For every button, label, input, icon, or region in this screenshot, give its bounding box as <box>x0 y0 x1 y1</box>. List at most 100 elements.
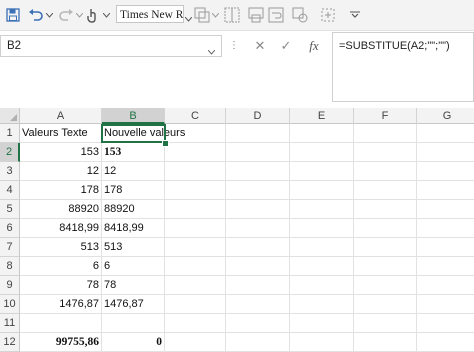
cell-f7[interactable] <box>354 238 417 257</box>
cell-b2[interactable]: 153 <box>102 143 165 162</box>
cell-g5[interactable] <box>417 200 474 219</box>
fill-handle[interactable] <box>162 140 169 147</box>
cell-a12[interactable]: 99755,86 <box>20 333 102 352</box>
cell-c5[interactable] <box>165 200 226 219</box>
cell-e7[interactable] <box>290 238 354 257</box>
cell-c3[interactable] <box>165 162 226 181</box>
cell-g2[interactable] <box>417 143 474 162</box>
row-header-1[interactable]: 1 <box>0 124 20 143</box>
cancel-icon[interactable]: ✕ <box>250 36 270 56</box>
chevron-down-icon[interactable] <box>103 6 110 24</box>
cell-b9[interactable]: 78 <box>102 276 165 295</box>
row-header-6[interactable]: 6 <box>0 219 20 238</box>
borders-icon[interactable] <box>224 6 240 24</box>
cell-f9[interactable] <box>354 276 417 295</box>
cell-e8[interactable] <box>290 257 354 276</box>
chevron-down-icon[interactable] <box>350 6 360 24</box>
cell-b8[interactable]: 6 <box>102 257 165 276</box>
drag-handle-icon[interactable]: ⋮ <box>229 41 239 51</box>
cell-c6[interactable] <box>165 219 226 238</box>
cell-b4[interactable]: 178 <box>102 181 165 200</box>
cell-d3[interactable] <box>226 162 290 181</box>
cell-d11[interactable] <box>226 314 290 333</box>
cell-e5[interactable] <box>290 200 354 219</box>
cell-e1[interactable] <box>290 124 354 143</box>
cell-d9[interactable] <box>226 276 290 295</box>
cell-a1[interactable]: Valeurs Texte <box>20 124 102 143</box>
cell-b5[interactable]: 88920 <box>102 200 165 219</box>
insert-function-button[interactable]: fx <box>304 36 324 56</box>
row-header-3[interactable]: 3 <box>0 162 20 181</box>
cell-d6[interactable] <box>226 219 290 238</box>
cell-f6[interactable] <box>354 219 417 238</box>
column-header-a[interactable]: A <box>20 108 102 124</box>
cell-a5[interactable]: 88920 <box>20 200 102 219</box>
chevron-down-icon[interactable] <box>46 6 53 24</box>
cell-a2[interactable]: 153 <box>20 143 102 162</box>
cell-f11[interactable] <box>354 314 417 333</box>
column-header-d[interactable]: D <box>226 108 290 124</box>
column-header-c[interactable]: C <box>165 108 226 124</box>
cell-a10[interactable]: 1476,87 <box>20 295 102 314</box>
row-header-5[interactable]: 5 <box>0 200 20 219</box>
cell-e11[interactable] <box>290 314 354 333</box>
cell-e4[interactable] <box>290 181 354 200</box>
merge-icon[interactable] <box>248 6 264 24</box>
row-header-12[interactable]: 12 <box>0 333 20 352</box>
cell-a8[interactable]: 6 <box>20 257 102 276</box>
cell-d10[interactable] <box>226 295 290 314</box>
cell-d4[interactable] <box>226 181 290 200</box>
cell-d8[interactable] <box>226 257 290 276</box>
cell-c10[interactable] <box>165 295 226 314</box>
cell-a3[interactable]: 12 <box>20 162 102 181</box>
sort-icon[interactable] <box>320 6 336 24</box>
cell-b11[interactable] <box>102 314 165 333</box>
row-header-10[interactable]: 10 <box>0 295 20 314</box>
cell-d12[interactable] <box>226 333 290 352</box>
cell-e9[interactable] <box>290 276 354 295</box>
cell-a7[interactable]: 513 <box>20 238 102 257</box>
cell-g1[interactable] <box>417 124 474 143</box>
column-header-f[interactable]: F <box>354 108 417 124</box>
cell-g4[interactable] <box>417 181 474 200</box>
cell-g6[interactable] <box>417 219 474 238</box>
chevron-down-icon[interactable] <box>207 42 216 60</box>
cell-e2[interactable] <box>290 143 354 162</box>
cell-f4[interactable] <box>354 181 417 200</box>
format-painter-icon[interactable] <box>194 6 210 24</box>
cell-f12[interactable] <box>354 333 417 352</box>
cell-c12[interactable] <box>165 333 226 352</box>
cell-f8[interactable] <box>354 257 417 276</box>
cell-c7[interactable] <box>165 238 226 257</box>
cell-g9[interactable] <box>417 276 474 295</box>
undo-icon[interactable] <box>28 6 44 24</box>
cell-c2[interactable] <box>165 143 226 162</box>
chevron-down-icon[interactable] <box>184 9 193 27</box>
cell-g3[interactable] <box>417 162 474 181</box>
cell-c1[interactable] <box>165 124 226 143</box>
wrap-icon[interactable] <box>268 6 284 24</box>
cell-g11[interactable] <box>417 314 474 333</box>
cell-f3[interactable] <box>354 162 417 181</box>
cell-f10[interactable] <box>354 295 417 314</box>
cell-c4[interactable] <box>165 181 226 200</box>
redo-icon[interactable] <box>58 6 74 24</box>
column-header-g[interactable]: G <box>417 108 474 124</box>
cell-a4[interactable]: 178 <box>20 181 102 200</box>
row-header-8[interactable]: 8 <box>0 257 20 276</box>
save-icon[interactable] <box>6 6 20 24</box>
cell-f2[interactable] <box>354 143 417 162</box>
touch-mode-icon[interactable] <box>86 6 100 24</box>
conditional-format-icon[interactable] <box>292 6 308 24</box>
chevron-down-icon[interactable] <box>76 6 83 24</box>
select-all-button[interactable] <box>0 108 20 124</box>
cell-b7[interactable]: 513 <box>102 238 165 257</box>
cell-d1[interactable] <box>226 124 290 143</box>
column-header-b[interactable]: B <box>102 108 165 124</box>
enter-icon[interactable]: ✓ <box>276 36 296 56</box>
chevron-down-icon[interactable] <box>212 6 219 24</box>
row-header-11[interactable]: 11 <box>0 314 20 333</box>
cell-b10[interactable]: 1476,87 <box>102 295 165 314</box>
row-header-2[interactable]: 2 <box>0 143 20 162</box>
cell-c9[interactable] <box>165 276 226 295</box>
